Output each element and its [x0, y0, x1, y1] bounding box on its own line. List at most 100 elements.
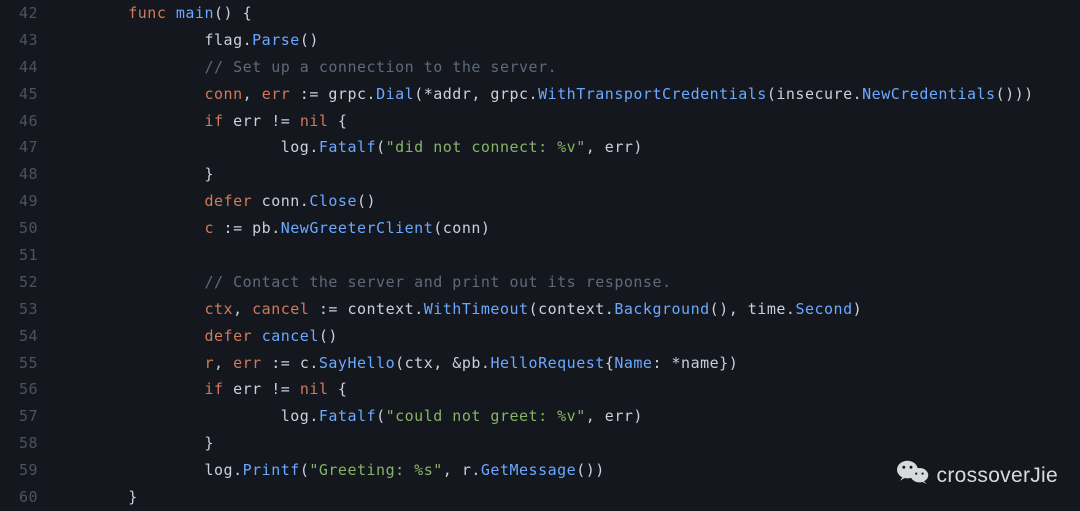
token-op: (*addr, grpc.: [414, 85, 538, 103]
token-op: , r.: [443, 461, 481, 479]
token-fn: Dial: [376, 85, 414, 103]
token-op: !=: [262, 380, 300, 398]
token-ident: flag: [205, 31, 243, 49]
token-op: (insecure.: [767, 85, 862, 103]
token-op: {: [328, 380, 347, 398]
token-op: (): [319, 327, 338, 345]
token-op: , err): [586, 138, 643, 156]
token-op: (: [300, 461, 310, 479]
token-op: .: [243, 31, 253, 49]
code-editor: 42434445464748495051525354555657585960 f…: [0, 0, 1080, 511]
watermark: crossoverJie: [897, 459, 1058, 493]
token-kw: if: [205, 380, 224, 398]
line-number: 46: [0, 108, 38, 135]
token-op: .: [309, 354, 319, 372]
token-cmt: // Contact the server and print out its …: [205, 273, 672, 291]
token-op: }: [128, 488, 138, 506]
token-kw: if: [205, 112, 224, 130]
line-number: 49: [0, 188, 38, 215]
token-str: "did not connect: %v": [386, 138, 586, 156]
token-op: }: [205, 165, 215, 183]
line-number: 60: [0, 484, 38, 511]
token-op: ): [853, 300, 863, 318]
token-redId: nil: [300, 380, 329, 398]
token-op: () {: [214, 4, 252, 22]
code-line: flag.Parse(): [52, 27, 1080, 54]
token-op: {: [328, 112, 347, 130]
token-ident: log: [205, 461, 234, 479]
token-op: [252, 327, 262, 345]
token-redId: r: [205, 354, 215, 372]
code-line: conn, err := grpc.Dial(*addr, grpc.WithT…: [52, 81, 1080, 108]
code-line: defer conn.Close(): [52, 188, 1080, 215]
code-line: c := pb.NewGreeterClient(conn): [52, 215, 1080, 242]
token-fn: NewCredentials: [862, 85, 995, 103]
token-kw: func: [128, 4, 166, 22]
token-op: [224, 112, 234, 130]
token-redId: err: [262, 85, 291, 103]
code-line: if err != nil {: [52, 108, 1080, 135]
token-fn: main: [176, 4, 214, 22]
token-redId: nil: [300, 112, 329, 130]
token-op: :=: [309, 300, 347, 318]
token-op: (ctx, &pb.: [395, 354, 490, 372]
token-op: .: [233, 461, 243, 479]
token-fn: Fatalf: [319, 138, 376, 156]
token-op: ())): [996, 85, 1034, 103]
code-content[interactable]: func main() { flag.Parse() // Set up a c…: [52, 0, 1080, 511]
token-op: :=: [290, 85, 328, 103]
code-line: // Contact the server and print out its …: [52, 269, 1080, 296]
token-op: .: [271, 219, 281, 237]
token-ident: context: [347, 300, 414, 318]
code-line: log.Fatalf("did not connect: %v", err): [52, 134, 1080, 161]
token-str: "could not greet: %v": [386, 407, 586, 425]
token-fn: SayHello: [319, 354, 395, 372]
token-redId: err: [233, 354, 262, 372]
token-fn: WithTimeout: [424, 300, 529, 318]
token-ident: log: [281, 138, 310, 156]
line-number: 42: [0, 0, 38, 27]
token-op: (): [300, 31, 319, 49]
token-op: (context.: [529, 300, 615, 318]
code-line: // Set up a connection to the server.: [52, 54, 1080, 81]
token-op: (): [357, 192, 376, 210]
token-op: ,: [214, 354, 233, 372]
line-number: 56: [0, 376, 38, 403]
code-line: r, err := c.SayHello(ctx, &pb.HelloReque…: [52, 350, 1080, 377]
line-number: 44: [0, 54, 38, 81]
token-fn: Parse: [252, 31, 300, 49]
token-op: (: [376, 138, 386, 156]
token-op: .: [367, 85, 377, 103]
token-fn: HelloRequest: [490, 354, 604, 372]
token-op: ,: [243, 85, 262, 103]
token-op: !=: [262, 112, 300, 130]
watermark-text: crossoverJie: [937, 463, 1058, 490]
token-op: .: [309, 407, 319, 425]
code-line: [52, 242, 1080, 269]
token-op: .: [309, 138, 319, 156]
token-op: {: [605, 354, 615, 372]
token-fn: Printf: [243, 461, 300, 479]
token-ident: pb: [252, 219, 271, 237]
code-line: }: [52, 161, 1080, 188]
line-number: 51: [0, 242, 38, 269]
token-redId: ctx: [205, 300, 234, 318]
token-fn: cancel: [262, 327, 319, 345]
token-op: ()): [576, 461, 605, 479]
token-op: , err): [586, 407, 643, 425]
line-number-gutter: 42434445464748495051525354555657585960: [0, 0, 52, 511]
token-cmt: // Set up a connection to the server.: [205, 58, 558, 76]
token-str: "Greeting: %s": [309, 461, 442, 479]
token-redId: c: [205, 219, 215, 237]
line-number: 54: [0, 323, 38, 350]
line-number: 58: [0, 430, 38, 457]
token-op: .: [414, 300, 424, 318]
line-number: 50: [0, 215, 38, 242]
token-op: (conn): [433, 219, 490, 237]
line-number: 53: [0, 296, 38, 323]
token-fn: Fatalf: [319, 407, 376, 425]
token-op: (), time.: [710, 300, 796, 318]
code-line: if err != nil {: [52, 376, 1080, 403]
line-number: 57: [0, 403, 38, 430]
code-line: }: [52, 430, 1080, 457]
